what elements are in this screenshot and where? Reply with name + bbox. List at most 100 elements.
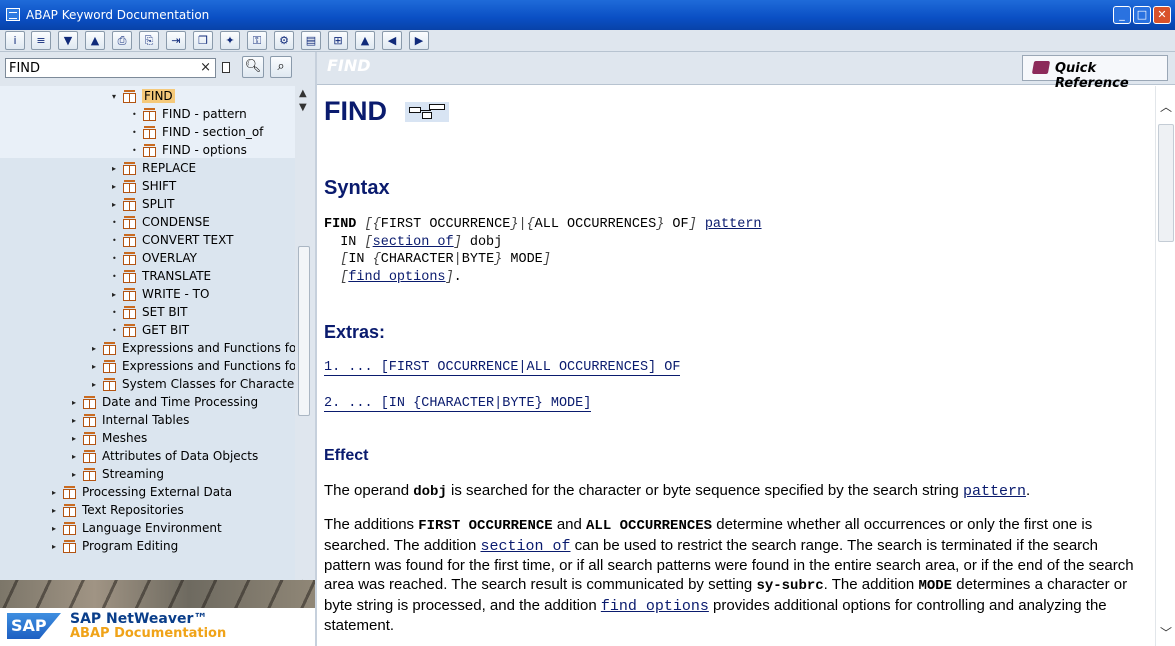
tree-item-label: Language Environment (82, 521, 222, 535)
content-header: FIND Quick Reference (317, 52, 1175, 91)
collapse-up-icon[interactable]: ▲ (85, 31, 105, 50)
find-options-link[interactable]: find options (348, 270, 445, 285)
scroll-thumb[interactable] (298, 246, 310, 416)
print-icon[interactable]: ⎙ (112, 31, 132, 50)
book-icon (122, 90, 138, 104)
tree-expander-icon[interactable]: ▸ (52, 484, 62, 502)
tree-expander-icon[interactable]: ▸ (52, 520, 62, 538)
export-icon[interactable]: ⇥ (166, 31, 186, 50)
extra-2-link[interactable]: 2. ... [IN {CHARACTER|BYTE} MODE] (324, 396, 592, 412)
tree-vertical-scrollbar[interactable]: ▲ ▼ ▲ ▼ (296, 86, 314, 612)
section-of-link[interactable]: section of (373, 235, 454, 250)
minimize-button[interactable]: _ (1113, 6, 1131, 24)
tree-expander-icon[interactable]: ▸ (52, 502, 62, 520)
tree-item-label: FIND - pattern (162, 107, 247, 121)
tree-expander-icon[interactable]: ▸ (72, 430, 82, 448)
quick-reference-button[interactable]: Quick Reference (1022, 55, 1168, 91)
book-icon (82, 432, 98, 446)
tree-expander-icon[interactable]: • (112, 304, 122, 322)
book-icon (102, 360, 118, 374)
tree-expander-icon[interactable]: ▸ (52, 538, 62, 556)
content-scroll-down-icon[interactable]: ﹀ (1160, 624, 1172, 641)
tree-expander-icon[interactable]: ▸ (112, 178, 122, 196)
tree-expander-icon[interactable]: ▸ (112, 286, 122, 304)
search-icon[interactable]: 🔍︎ (242, 56, 264, 78)
key-icon[interactable]: ⚿ (247, 31, 267, 50)
book-icon (122, 252, 138, 266)
tree-expander-icon[interactable]: ▸ (72, 394, 82, 412)
content-vertical-scrollbar[interactable]: ︿ ﹀ (1155, 86, 1175, 646)
settings-icon[interactable]: ⚙ (274, 31, 294, 50)
windows-icon[interactable]: ❐ (193, 31, 213, 50)
book-icon (142, 108, 158, 122)
find-options-link-2[interactable]: find options (601, 598, 709, 615)
scroll-up-icon[interactable]: ▲ (299, 88, 307, 99)
tree-item-label: Text Repositories (82, 503, 184, 517)
search-next-icon[interactable]: ⌕ (270, 56, 292, 78)
sap-logo: SAP (7, 613, 61, 639)
back-arrow-icon[interactable]: ◀ (382, 31, 402, 50)
tree-expander-icon[interactable]: • (112, 250, 122, 268)
tree-item-label: WRITE - TO (142, 287, 210, 301)
pattern-link-2[interactable]: pattern (963, 483, 1026, 500)
up-arrow-icon[interactable]: ▲ (355, 31, 375, 50)
tree-item-label: FIND - options (162, 143, 247, 157)
tree-expander-icon[interactable]: • (112, 268, 122, 286)
document-content: FIND Syntax FIND [{FIRST OCCURRENCE}|{AL… (317, 86, 1155, 646)
content-header-title: FIND (327, 56, 371, 75)
forward-arrow-icon[interactable]: ▶ (409, 31, 429, 50)
tree-expander-icon[interactable]: ▸ (112, 196, 122, 214)
clear-search-icon[interactable]: × (200, 60, 211, 75)
print-preview-icon[interactable]: ⎘ (139, 31, 159, 50)
tree-item-label: OVERLAY (142, 251, 197, 265)
search-value: FIND (9, 61, 41, 76)
tree-expander-icon[interactable]: ▸ (92, 376, 102, 394)
tree-item-label: SHIFT (142, 179, 177, 193)
tree-expander-icon[interactable]: • (112, 214, 122, 232)
tree-expander-icon[interactable]: ▸ (72, 466, 82, 484)
content-scroll-thumb[interactable] (1158, 124, 1174, 242)
scroll-up2-icon[interactable]: ▼ (299, 102, 307, 113)
page-icon[interactable] (222, 62, 230, 73)
tree-expander-icon[interactable]: ▸ (92, 340, 102, 358)
tree-expander-icon[interactable]: ▸ (72, 448, 82, 466)
book-icon (102, 378, 118, 392)
tree-item-label: REPLACE (142, 161, 197, 175)
book-icon[interactable]: ▤ (301, 31, 321, 50)
close-button[interactable]: ✕ (1153, 6, 1171, 24)
extra-1-link[interactable]: 1. ... [FIRST OCCURRENCE|ALL OCCURRENCES… (324, 360, 681, 376)
book-icon (62, 504, 78, 518)
brand-photo (0, 580, 315, 608)
book-icon (62, 486, 78, 500)
book-icon (82, 468, 98, 482)
tree-expander-icon[interactable]: • (112, 322, 122, 340)
tree-item-label: FIND (142, 89, 175, 103)
search-input[interactable]: FIND × (5, 58, 216, 78)
tree-expander-icon[interactable]: ▸ (92, 358, 102, 376)
book-icon (122, 270, 138, 284)
expand-down-icon[interactable]: ▼ (58, 31, 78, 50)
book-icon (142, 144, 158, 158)
effect-paragraph-1: The operand dobj is searched for the cha… (324, 482, 1031, 500)
bookmarks-icon[interactable]: ✦ (220, 31, 240, 50)
tree-item-label: Attributes of Data Objects (102, 449, 259, 463)
info-icon[interactable]: i (5, 31, 25, 50)
tree-expander-icon[interactable]: ▾ (112, 88, 122, 106)
tree-expander-icon[interactable]: • (112, 232, 122, 250)
tree-structure-icon[interactable]: ⊞ (328, 31, 348, 50)
syntax-line-1: FIND [{FIRST OCCURRENCE}|{ALL OCCURRENCE… (324, 217, 762, 232)
document-list-icon[interactable]: ≡ (31, 31, 51, 50)
tree-expander-icon[interactable]: ▸ (72, 412, 82, 430)
maximize-button[interactable]: □ (1133, 6, 1151, 24)
book-icon (122, 216, 138, 230)
structure-diagram-icon[interactable] (405, 102, 449, 122)
content-scroll-up-icon[interactable]: ︿ (1160, 98, 1172, 115)
section-of-link-2[interactable]: section of (481, 538, 571, 555)
page-title: FIND (324, 96, 387, 126)
tree-expander-icon[interactable]: • (132, 124, 142, 142)
pattern-link[interactable]: pattern (705, 217, 762, 232)
tree-expander-icon[interactable]: ▸ (112, 160, 122, 178)
effect-heading: Effect (324, 447, 369, 464)
tree-expander-icon[interactable]: • (132, 106, 142, 124)
tree-expander-icon[interactable]: • (132, 142, 142, 160)
